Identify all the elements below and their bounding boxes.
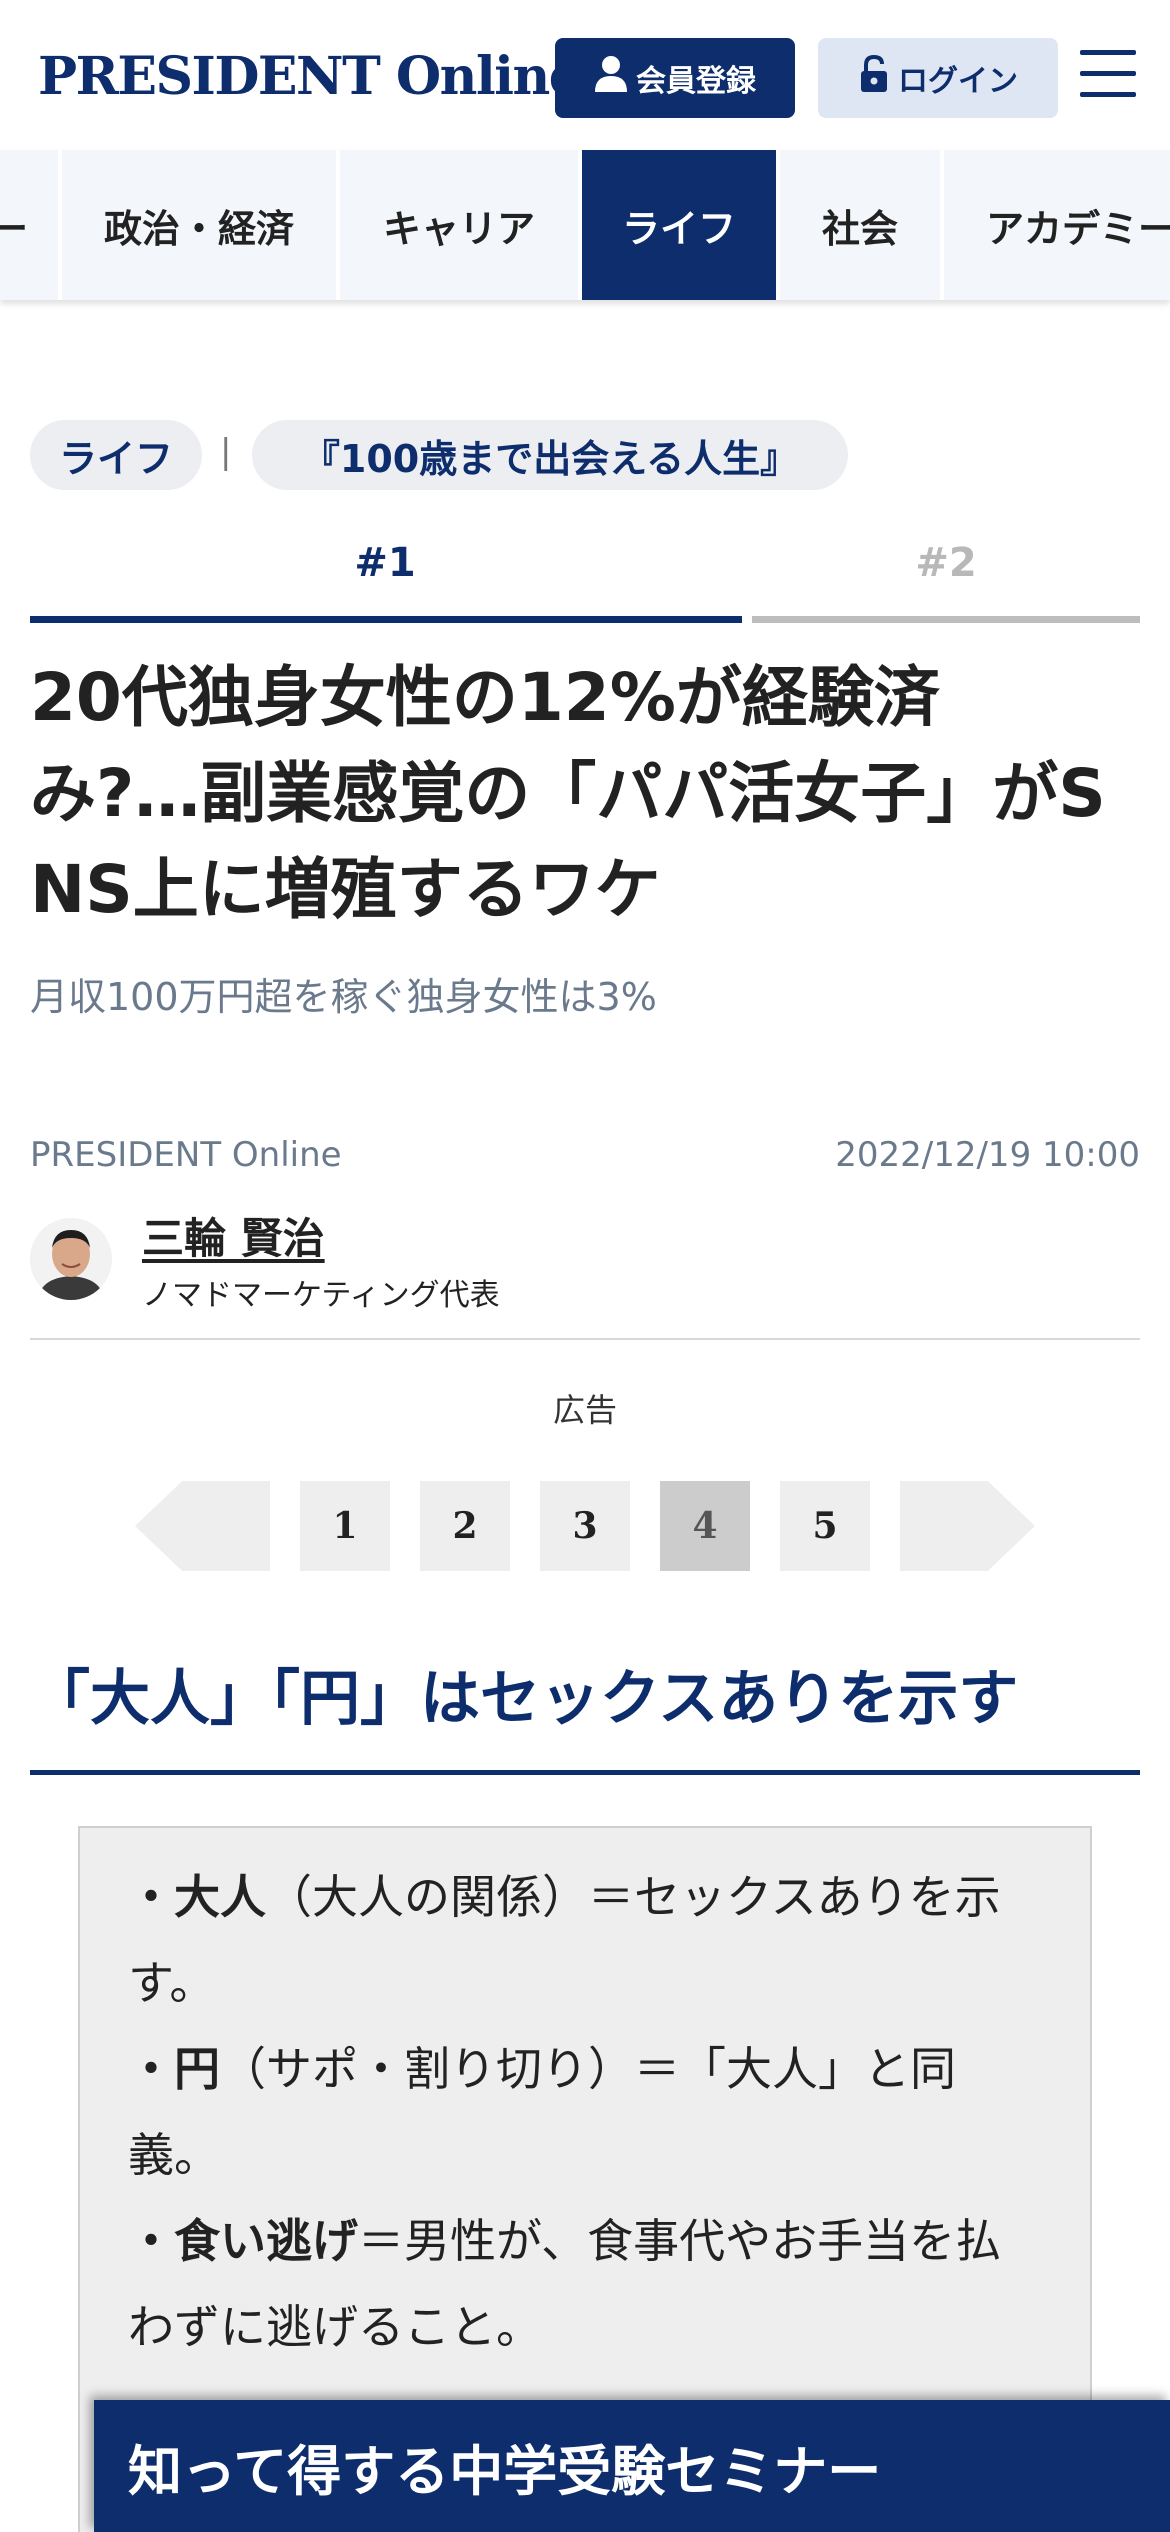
article-subtitle: 月収100万円超を稼ぐ独身女性は3% [30, 975, 657, 1019]
glossary-item: ・大人（大人の関係）＝セックスありを示 す。 [128, 1854, 1058, 2026]
article-source: PRESIDENT Online [30, 1135, 342, 1175]
glossary-item: ・食い逃げ＝男性が、食事代やお手当を払わずに逃げること。 [128, 2198, 1058, 2370]
article-title-line: 20代独身女性の12%が経験済 [30, 659, 940, 736]
tab-society[interactable]: 社会 [780, 150, 940, 300]
login-button[interactable]: ログイン [818, 38, 1058, 118]
pagination-page-2[interactable]: 2 [420, 1481, 510, 1571]
site-logo[interactable]: PRESIDENT Online [38, 46, 582, 107]
glossary-desc: （サポ・割り切り）＝「大人」と同 [220, 2042, 956, 2096]
author-avatar[interactable] [30, 1218, 112, 1300]
section-heading: 「大人」「円」はセックスありを示す [30, 1664, 1019, 1734]
glossary-item: ・円（サポ・割り切り）＝「大人」と同 義。 [128, 2026, 1058, 2198]
menu-icon[interactable] [1080, 50, 1136, 102]
series-tab-2-indicator [752, 616, 1140, 623]
glossary-term: ・円 [128, 2042, 220, 2096]
glossary-desc: ＝男性が、食事代やお手当を払 [358, 2214, 1002, 2268]
article-title-line: NS上に増殖するワケ [30, 851, 661, 928]
section-rule [30, 1770, 1140, 1775]
article-date: 2022/12/19 10:00 [835, 1135, 1140, 1175]
series-tab-2[interactable]: #2 [752, 540, 1140, 590]
glossary-term: ・食い逃げ [128, 2214, 358, 2268]
ad-label: 広告 [552, 1391, 617, 1429]
category-nav: ー 政治・経済 キャリア ライフ 社会 アカデミー [0, 150, 1170, 300]
pagination-next-button[interactable] [900, 1481, 1035, 1571]
author-name[interactable]: 三輪 賢治 [142, 1205, 325, 1266]
series-tab-1[interactable]: #1 [30, 540, 740, 590]
site-header: PRESIDENT Online 会員登録 ログイン [0, 0, 1170, 150]
seminar-banner[interactable]: 知って得する中学受験セミナー [94, 2400, 1170, 2532]
tab-career[interactable]: キャリア [340, 150, 578, 300]
register-label: 会員登録 [636, 64, 756, 99]
divider [30, 1338, 1140, 1340]
tab-prev-category[interactable]: ー [0, 150, 58, 300]
person-icon [594, 54, 628, 102]
pagination-page-3[interactable]: 3 [540, 1481, 630, 1571]
glossary-desc: わずに逃げること。 [128, 2300, 542, 2354]
pagination-page-1[interactable]: 1 [300, 1481, 390, 1571]
pagination-prev-button[interactable] [135, 1481, 270, 1571]
tab-academy[interactable]: アカデミー [944, 150, 1170, 300]
tag-separator: | [220, 432, 232, 472]
pagination-page-4[interactable]: 4 [660, 1481, 750, 1571]
login-label: ログイン [898, 64, 1018, 99]
glossary-desc: （大人の関係）＝セックスありを示 [266, 1870, 1001, 1924]
lock-icon [858, 54, 890, 102]
series-tag[interactable]: 『100歳まで出会える人生』 [252, 420, 848, 490]
author-role: ノマドマーケティング代表 [142, 1278, 500, 1313]
tab-life[interactable]: ライフ [582, 150, 776, 300]
register-button[interactable]: 会員登録 [555, 38, 795, 118]
category-tag[interactable]: ライフ [30, 420, 202, 490]
article-title-line: み?…副業感覚の「パパ活女子」がS [30, 755, 1106, 832]
glossary-term: ・大人 [128, 1870, 266, 1924]
tab-politics-economy[interactable]: 政治・経済 [62, 150, 336, 300]
article-title: 20代独身女性の12%が経験済 み?…副業感覚の「パパ活女子」がS NS上に増殖… [30, 650, 1140, 938]
glossary-desc: 義。 [128, 2128, 220, 2182]
pagination-page-5[interactable]: 5 [780, 1481, 870, 1571]
glossary-desc: す。 [128, 1956, 216, 2010]
series-tab-1-indicator [30, 616, 742, 623]
